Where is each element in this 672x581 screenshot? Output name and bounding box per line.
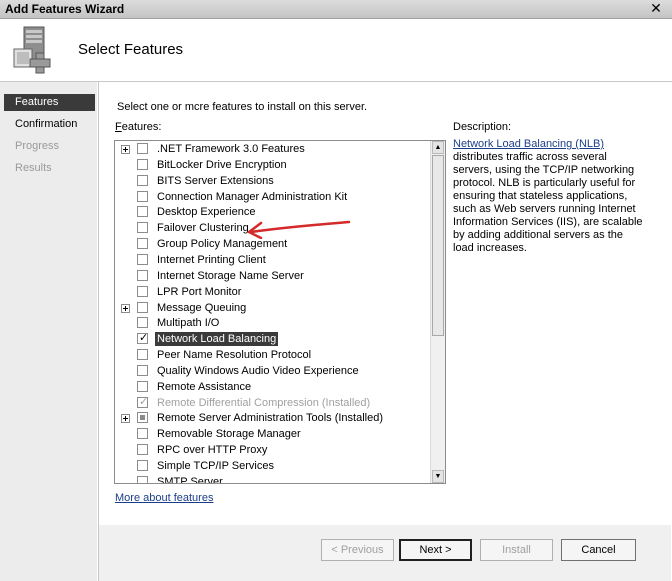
feature-label: SMTP Server [157, 475, 223, 483]
feature-checkbox[interactable] [137, 444, 148, 456]
annotation-arrow [247, 220, 351, 239]
feature-label: RPC over HTTP Proxy [157, 444, 268, 457]
features-label: Features: [115, 121, 162, 133]
sidebar-item-features[interactable]: Features [4, 94, 95, 111]
feature-label: Remote Server Administration Tools (Inst… [157, 412, 384, 425]
window-title: Add Features Wizard [5, 2, 125, 16]
feature-checkbox[interactable] [137, 269, 148, 281]
cancel-button[interactable]: Cancel [561, 539, 636, 561]
server-features-icon [13, 26, 51, 74]
feature-checkbox[interactable] [137, 428, 148, 440]
feature-label: Failover Clustering [157, 222, 249, 235]
feature-checkbox[interactable] [137, 460, 148, 471]
next-button[interactable]: Next > [399, 539, 472, 561]
feature-row[interactable]: Remote Server Administration Tools (Inst… [115, 410, 431, 426]
feature-checkbox[interactable] [137, 331, 148, 345]
vertical-scrollbar[interactable]: ▲ ▼ [430, 141, 445, 483]
main-content: Select one or mcre features to install o… [98, 82, 671, 525]
feature-row[interactable]: Network Load Balancing [115, 331, 431, 347]
previous-button[interactable]: < Previous [321, 539, 394, 561]
feature-row[interactable]: Remote Assistance [115, 379, 431, 395]
feature-row[interactable]: SMTP Server [115, 474, 431, 483]
feature-label: Desktop Experience [157, 206, 256, 219]
title-bar: Add Features Wizard ✕ [0, 0, 672, 19]
feature-checkbox[interactable] [137, 174, 148, 186]
feature-row[interactable]: Internet Printing Client [115, 252, 431, 268]
feature-label: BITS Server Extensions [157, 174, 274, 187]
close-icon[interactable]: ✕ [646, 0, 666, 16]
feature-label: Internet Printing Client [157, 253, 266, 266]
feature-row[interactable]: Simple TCP/IP Services [115, 458, 431, 474]
features-list-viewport: .NET Framework 3.0 Features BitLocker Dri… [115, 141, 431, 483]
feature-checkbox[interactable] [137, 143, 148, 154]
feature-checkbox[interactable] [137, 158, 148, 170]
scroll-down-icon[interactable]: ▼ [432, 470, 444, 483]
feature-label: Peer Name Resolution Protocol [157, 349, 312, 362]
button-bar: < Previous Next > Install Cancel [98, 525, 671, 581]
feature-row[interactable]: Multipath I/O [115, 315, 431, 331]
feature-label: BitLocker Drive Encryption [157, 158, 287, 171]
feature-row[interactable]: BITS Server Extensions [115, 173, 431, 189]
scrollbar-thumb[interactable] [432, 155, 444, 336]
instruction-text: Select one or mcre features to install o… [117, 101, 368, 113]
feature-checkbox[interactable] [137, 285, 148, 297]
scroll-up-icon[interactable]: ▲ [432, 141, 444, 154]
description-text: Network Load Balancing (NLB) distributes… [453, 138, 643, 255]
feature-checkbox[interactable] [137, 380, 148, 392]
sidebar-item-results: Results [15, 162, 52, 174]
feature-label: Simple TCP/IP Services [157, 460, 274, 472]
feature-checkbox[interactable] [137, 190, 148, 202]
expand-icon[interactable] [121, 145, 130, 154]
feature-label: Remote Differential Compression (Install… [157, 396, 371, 409]
feature-label: Quality Windows Audio Video Experience [157, 364, 359, 377]
feature-checkbox[interactable] [137, 253, 148, 265]
expand-icon[interactable] [121, 414, 130, 424]
feature-row[interactable]: RPC over HTTP Proxy [115, 442, 431, 458]
description-link[interactable]: Network Load Balancing (NLB) [453, 138, 604, 150]
feature-row[interactable]: Quality Windows Audio Video Experience [115, 363, 431, 379]
feature-row[interactable]: Internet Storage Name Server [115, 268, 431, 284]
sidebar-item-progress: Progress [15, 140, 60, 152]
install-button[interactable]: Install [480, 539, 553, 561]
feature-checkbox[interactable] [137, 475, 148, 483]
feature-row[interactable]: Peer Name Resolution Protocol [115, 347, 431, 363]
feature-label: Internet Storage Name Server [157, 269, 304, 282]
feature-row[interactable]: Remote Differential Compression (Install… [115, 395, 431, 411]
feature-checkbox [137, 395, 148, 408]
feature-row[interactable]: .NET Framework 3.0 Features [115, 141, 431, 157]
expand-icon[interactable] [121, 303, 130, 313]
feature-row[interactable]: Removable Storage Manager [115, 426, 431, 442]
feature-checkbox[interactable] [137, 349, 148, 361]
feature-label: Multipath I/O [157, 317, 220, 330]
feature-label: Network Load Balancing [155, 332, 279, 347]
feature-label: Connection Manager Administration Kit [157, 190, 348, 203]
feature-checkbox[interactable] [137, 364, 148, 376]
feature-label: .NET Framework 3.0 Features [157, 143, 305, 155]
feature-checkbox[interactable] [137, 412, 148, 424]
more-about-features-link[interactable]: More about features [115, 492, 213, 504]
feature-label: LPR Port Monitor [157, 285, 242, 298]
feature-label: Remote Assistance [157, 380, 252, 393]
description-label: Description: [453, 121, 512, 133]
feature-label: Removable Storage Manager [157, 428, 301, 441]
feature-row[interactable]: Message Queuing [115, 300, 431, 316]
feature-label: Group Policy Management [157, 238, 288, 251]
feature-checkbox[interactable] [137, 317, 148, 329]
feature-row[interactable]: LPR Port Monitor [115, 284, 431, 300]
wizard-steps-sidebar: Features Confirmation Progress Results [0, 82, 97, 581]
sidebar-item-confirmation[interactable]: Confirmation [4, 116, 95, 133]
feature-row[interactable]: BitLocker Drive Encryption [115, 157, 431, 173]
feature-checkbox[interactable] [137, 238, 148, 250]
description-body: distributes traffic across several serve… [453, 151, 643, 254]
features-list[interactable]: .NET Framework 3.0 Features BitLocker Dri… [114, 140, 446, 484]
feature-checkbox[interactable] [137, 301, 148, 313]
feature-label: Message Queuing [157, 301, 247, 314]
wizard-header: Select Features [0, 19, 672, 82]
page-title: Select Features [78, 41, 184, 58]
feature-checkbox[interactable] [137, 222, 148, 234]
feature-checkbox[interactable] [137, 206, 148, 218]
feature-row[interactable]: Connection Manager Administration Kit [115, 189, 431, 205]
